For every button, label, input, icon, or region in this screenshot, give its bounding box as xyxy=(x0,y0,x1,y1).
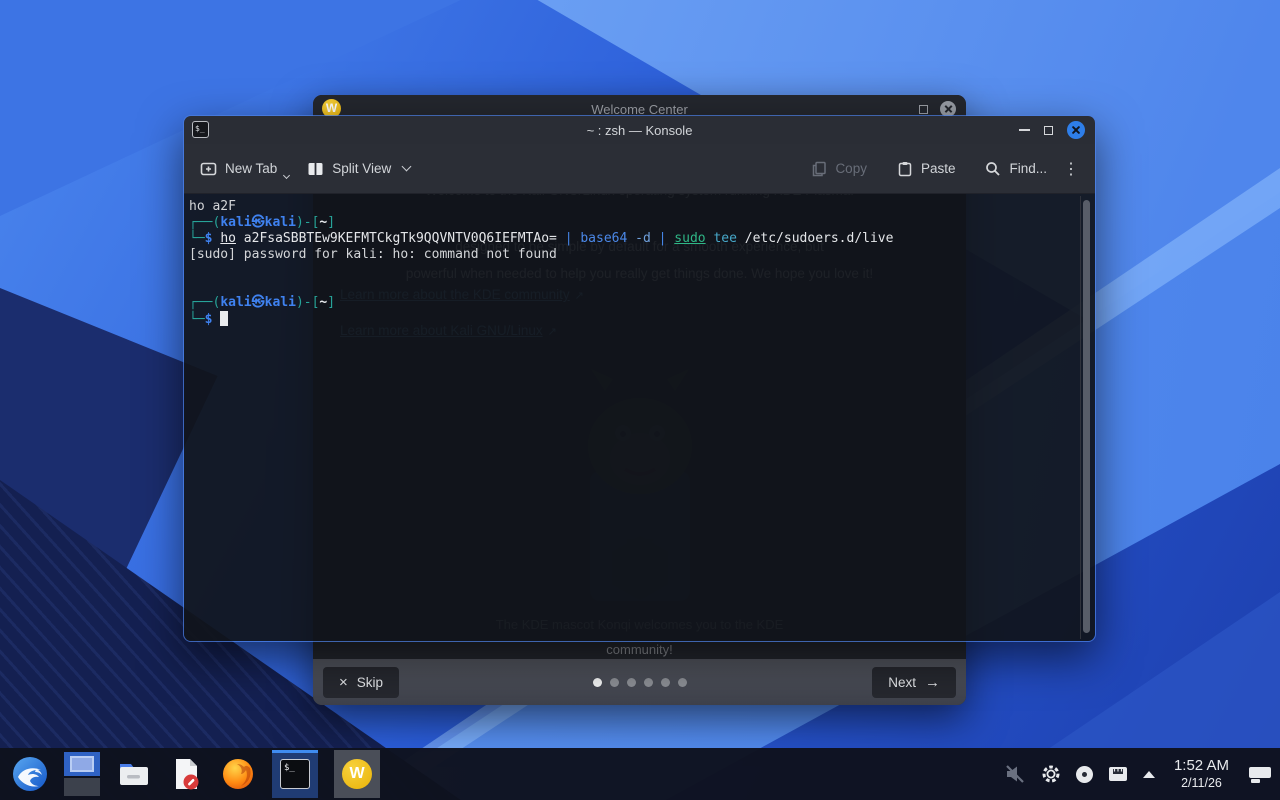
page-dot[interactable] xyxy=(609,677,619,687)
close-button[interactable] xyxy=(1067,121,1085,139)
page-dot[interactable] xyxy=(643,677,653,687)
page-dot[interactable] xyxy=(592,677,602,687)
find-button[interactable]: Find... xyxy=(985,161,1047,177)
konsole-titlebar[interactable]: $_ ~ : zsh — Konsole xyxy=(184,116,1095,144)
pager-window-preview xyxy=(70,756,94,772)
page-indicator-dots xyxy=(592,677,687,687)
copy-button[interactable]: Copy xyxy=(811,161,867,177)
chevron-down-icon xyxy=(401,161,412,172)
page-dot[interactable] xyxy=(677,677,687,687)
file-manager-button[interactable] xyxy=(116,756,152,792)
file-path: /etc/sudoers.d/live xyxy=(744,231,894,246)
new-tab-button[interactable]: New Tab xyxy=(200,161,291,179)
show-panel-icon[interactable] xyxy=(1248,764,1272,784)
konsole-toolbar: New Tab Split View Copy Paste Find... ⋮ xyxy=(184,144,1095,194)
minimize-button[interactable] xyxy=(1019,129,1030,131)
chevron-down-icon xyxy=(283,171,291,179)
expand-tray-icon[interactable] xyxy=(1142,770,1155,778)
virtual-desktop-pager[interactable] xyxy=(64,752,100,796)
media-disc-icon[interactable] xyxy=(1075,765,1093,783)
copy-icon xyxy=(813,161,827,176)
taskbar: $_ W 1:52 AM 2/11/26 xyxy=(0,748,1280,800)
next-button[interactable]: Next → xyxy=(872,666,956,698)
overflow-menu-icon[interactable]: ⋮ xyxy=(1063,159,1079,179)
pager-desktop-2[interactable] xyxy=(64,778,100,796)
welcome-center-icon: W xyxy=(342,759,372,789)
maximize-button[interactable] xyxy=(1044,125,1053,135)
mascot-caption-line2: community! xyxy=(606,642,673,657)
scrollbar-thumb[interactable] xyxy=(1083,200,1090,633)
terminal-output[interactable]: ho a2F ┌──(kali㉿kali)-[~] └─$ ho a2FsaSB… xyxy=(184,194,1095,328)
welcome-footer: × Skip Next → xyxy=(313,659,966,705)
prompt-user-host: kali㉿kali xyxy=(220,215,296,230)
new-tab-icon xyxy=(200,162,217,175)
arrow-right-icon: → xyxy=(925,673,940,691)
konsole-app-icon: $_ xyxy=(192,121,209,138)
konsole-window-title: ~ : zsh — Konsole xyxy=(586,122,693,138)
folder-icon xyxy=(120,764,148,785)
document-icon xyxy=(176,759,199,790)
settings-gear-icon[interactable] xyxy=(1041,764,1061,784)
audio-muted-icon[interactable] xyxy=(1004,764,1026,784)
desktop: W Welcome Center Welcome to the Kali GNU… xyxy=(0,0,1280,800)
firefox-icon xyxy=(223,759,253,789)
konsole-window: $_ ~ : zsh — Konsole New Tab Split View xyxy=(183,115,1096,642)
konsole-icon: $_ xyxy=(280,759,310,789)
firefox-button[interactable] xyxy=(220,756,256,792)
prompt-user-host: kali㉿kali xyxy=(220,295,296,310)
welcome-center-taskbar-button[interactable]: W xyxy=(334,750,380,798)
digital-clock[interactable]: 1:52 AM 2/11/26 xyxy=(1174,757,1229,791)
page-dot[interactable] xyxy=(660,677,670,687)
paste-button[interactable]: Paste xyxy=(897,161,955,177)
clock-time: 1:52 AM xyxy=(1173,756,1229,774)
terminal-history-line: ho a2F xyxy=(189,199,236,214)
network-icon[interactable] xyxy=(1108,766,1128,782)
skip-button[interactable]: × Skip xyxy=(323,666,400,698)
paste-icon xyxy=(898,161,912,176)
split-view-icon xyxy=(308,162,323,175)
kali-menu-button[interactable] xyxy=(12,756,48,792)
command-argument: a2FsaSBBTEw9KEFMTCkgTk9QQVNTV0Q6IEFMTAo= xyxy=(243,231,557,246)
close-x-icon: × xyxy=(339,673,348,691)
scrollbar-track[interactable] xyxy=(1080,196,1093,639)
split-view-button[interactable]: Split View xyxy=(307,161,412,177)
terminal-cursor xyxy=(220,311,229,326)
command-name: ho xyxy=(220,231,236,246)
maximize-button[interactable] xyxy=(919,104,928,114)
terminal-output-line: [sudo] password for kali: ho: command no… xyxy=(189,247,557,262)
search-icon xyxy=(986,161,1001,176)
page-dot[interactable] xyxy=(626,677,636,687)
pager-desktop-1[interactable] xyxy=(64,752,100,776)
clock-date: 2/11/26 xyxy=(1181,775,1222,790)
kali-logo-icon xyxy=(13,757,47,791)
text-editor-button[interactable] xyxy=(168,756,204,792)
terminal-viewport[interactable]: ho a2F ┌──(kali㉿kali)-[~] └─$ ho a2FsaSB… xyxy=(184,194,1095,641)
konsole-taskbar-button[interactable]: $_ xyxy=(272,750,318,798)
